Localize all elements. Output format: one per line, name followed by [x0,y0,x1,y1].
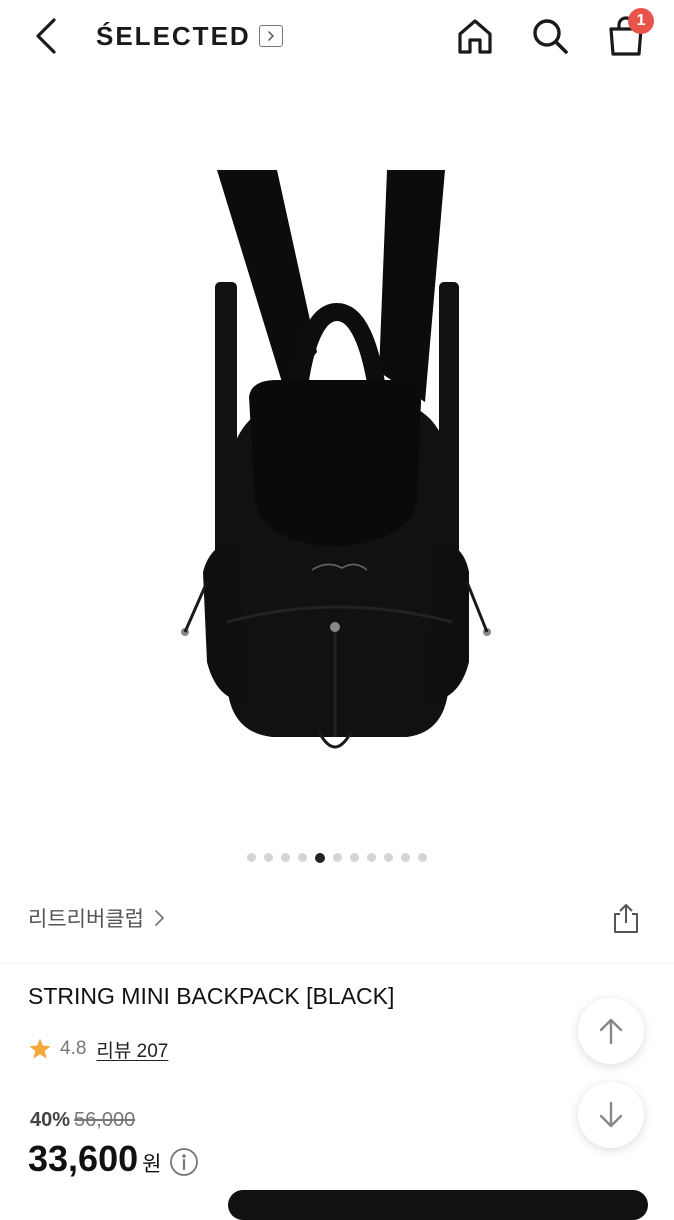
carousel-dot[interactable] [298,853,307,862]
rating-row: 4.8 리뷰 207 [28,1034,168,1064]
product-title: STRING MINI BACKPACK [BLACK] [28,983,395,1009]
carousel-indicator [0,852,674,865]
chevron-left-icon [36,18,56,54]
carousel-dot[interactable] [281,853,290,862]
arrow-up-icon [599,1018,623,1045]
sale-price-row: 33,600 원 [28,1135,199,1183]
cart-count-badge: 1 [628,8,654,34]
carousel-dot[interactable] [401,853,410,862]
chevron-right-icon [155,910,164,926]
store-brand-link[interactable]: ŚELECTED [96,18,283,54]
carousel-dot[interactable] [384,853,393,862]
carousel-dot[interactable] [350,853,359,862]
reviews-link[interactable]: 리뷰 207 [96,1036,168,1063]
carousel-dot[interactable] [247,853,256,862]
carousel-dot[interactable] [264,853,273,862]
chevron-right-box-icon [258,25,283,47]
home-icon [458,19,492,54]
divider [0,962,674,963]
price-discount-row: 40% 56,000 [30,1106,135,1134]
arrow-down-icon [599,1101,623,1128]
back-button[interactable] [28,14,68,58]
scroll-bottom-button[interactable] [578,1082,644,1148]
home-button[interactable] [451,12,499,60]
store-brand-name: ŚELECTED [96,20,251,51]
share-icon [614,904,638,933]
carousel-dot[interactable] [418,853,427,862]
product-image [181,170,491,749]
scroll-top-button[interactable] [578,998,644,1064]
cart-button[interactable]: 1 [602,8,654,60]
currency-unit: 원 [142,1153,162,1176]
rating-value: 4.8 [60,1038,87,1059]
product-brand-link[interactable]: 리트리버클럽 [28,900,166,936]
discount-rate: 40% [30,1108,71,1131]
carousel-dot[interactable] [315,852,325,863]
search-button[interactable] [526,12,574,60]
carousel-dot[interactable] [367,853,376,862]
search-icon [533,19,568,54]
original-price: 56,000 [74,1108,136,1131]
purchase-button[interactable] [228,1190,648,1220]
sale-price: 33,600 [28,1138,139,1179]
info-circle-icon[interactable] [169,1147,199,1177]
top-bar: ŚELECTED 1 [0,0,674,72]
star-icon [29,1038,51,1059]
carousel-dot[interactable] [333,853,342,862]
product-brand-name: 리트리버클럽 [28,908,144,931]
share-button[interactable] [606,898,646,938]
product-image-carousel[interactable] [0,92,674,832]
